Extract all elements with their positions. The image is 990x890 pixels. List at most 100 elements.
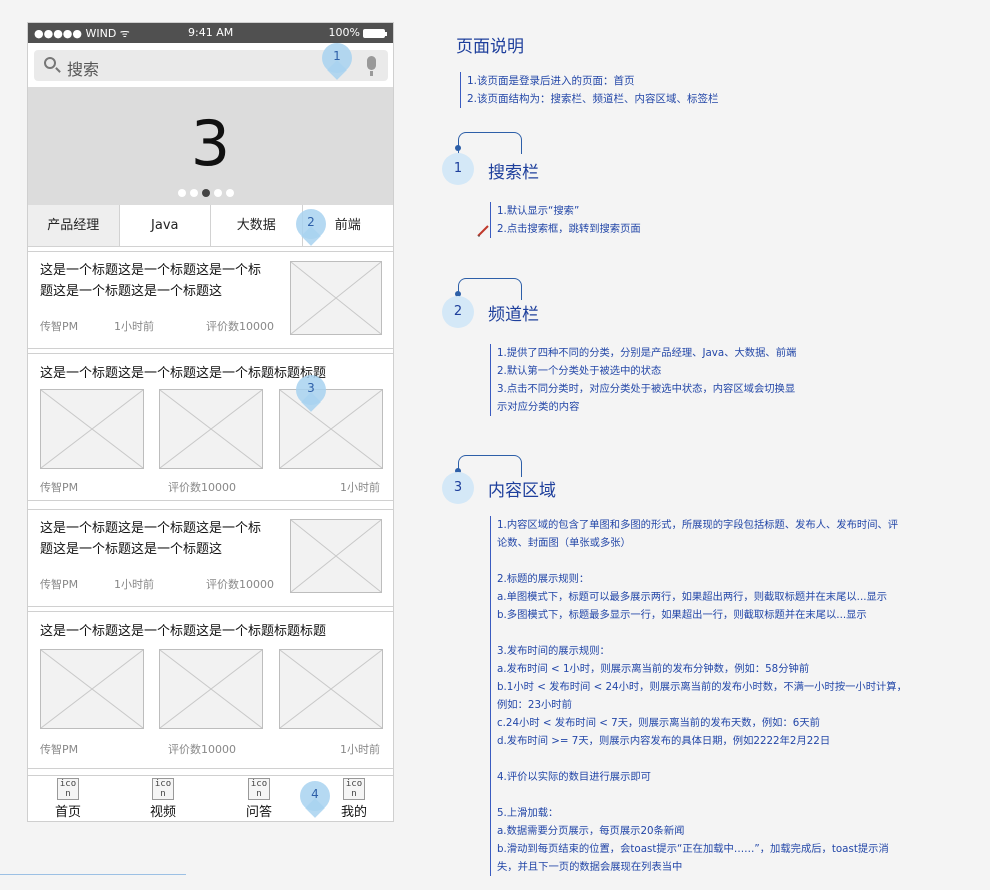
section-heading: 频道栏	[488, 305, 539, 325]
phone-mockup: ●●●●● WIND ᯤ 9:41 AM 100% 搜索 3 产品经理 Java…	[27, 22, 394, 822]
news-card-multi[interactable]: 这是一个标题这是一个标题这是一个标题标题标题 传智PM 评价数10000 1小时…	[28, 353, 393, 501]
card-title: 这是一个标题这是一个标题这是一个标 题这是一个标题这是一个标题这	[40, 260, 261, 302]
bottom-tab-bar: ico n 首页 ico n 视频 ico n 问答 ico n 我的	[28, 775, 393, 821]
card-title-line: 题这是一个标题这是一个标题这	[40, 284, 223, 299]
icon-placeholder-text: n	[160, 789, 166, 799]
cover-image-placeholder	[290, 261, 382, 335]
home-icon: ico n	[57, 778, 79, 800]
marker-number: 4	[311, 787, 319, 801]
marker-number: 2	[307, 215, 315, 229]
section-connector	[455, 132, 522, 154]
icon-placeholder-text: ico	[345, 779, 363, 789]
section-number: 3	[442, 472, 474, 504]
cover-image-placeholder	[159, 389, 263, 469]
tab-product-manager[interactable]: 产品经理	[28, 205, 120, 246]
icon-placeholder-text: n	[256, 789, 262, 799]
card-time: 1小时前	[114, 578, 154, 591]
battery-indicator: 100%	[328, 26, 387, 39]
nav-label: 视频	[149, 805, 176, 820]
news-card-single[interactable]: 这是一个标题这是一个标题这是一个标 题这是一个标题这是一个标题这 传智PM 1小…	[28, 509, 393, 607]
cover-image-placeholder	[40, 649, 144, 729]
card-comments: 评价数10000	[206, 578, 274, 591]
card-comments: 评价数10000	[168, 743, 236, 756]
icon-placeholder-text: n	[351, 789, 357, 799]
cover-image-placeholder	[290, 519, 382, 593]
carousel-dot[interactable]	[226, 189, 234, 197]
news-card-single[interactable]: 这是一个标题这是一个标题这是一个标 题这是一个标题这是一个标题这 传智PM 1小…	[28, 251, 393, 349]
section-body: 1.提供了四种不同的分类，分别是产品经理、Java、大数据、前端 2.默认第一个…	[490, 344, 796, 416]
qa-icon: ico n	[248, 778, 270, 800]
card-title: 这是一个标题这是一个标题这是一个标题标题标题	[40, 366, 327, 381]
card-title: 这是一个标题这是一个标题这是一个标题标题标题	[40, 624, 327, 639]
card-time: 1小时前	[340, 481, 380, 494]
section-number: 2	[442, 296, 474, 328]
cover-image-placeholder	[159, 649, 263, 729]
card-time: 1小时前	[114, 320, 154, 333]
channel-tabs: 产品经理 Java 大数据 前端	[28, 205, 393, 247]
nav-item-home[interactable]: ico n 首页	[48, 778, 88, 820]
carrier-signal: ●●●●● WIND ᯤ	[34, 27, 130, 40]
page-title: 页面说明	[456, 37, 524, 57]
cover-image-placeholder	[40, 389, 144, 469]
carousel-dot-active[interactable]	[202, 189, 210, 197]
search-placeholder: 搜索	[67, 60, 100, 79]
section-connector	[455, 455, 522, 477]
tab-big-data[interactable]: 大数据	[211, 205, 303, 246]
intro-text: 1.该页面是登录后进入的页面：首页 2.该页面结构为：搜索栏、频道栏、内容区域、…	[460, 72, 719, 108]
card-title-line: 题这是一个标题这是一个标题这	[40, 542, 223, 557]
battery-icon	[363, 28, 387, 38]
annotation-marker: 4	[300, 781, 330, 818]
section-heading: 内容区域	[488, 481, 556, 501]
cover-image-placeholder	[279, 649, 383, 729]
card-time: 1小时前	[340, 743, 380, 756]
icon-placeholder-text: ico	[154, 779, 172, 789]
annotation-marker: 2	[296, 209, 326, 246]
news-card-multi[interactable]: 这是一个标题这是一个标题这是一个标题标题标题 传智PM 评价数10000 1小时…	[28, 611, 393, 769]
nav-item-me[interactable]: ico n 我的	[334, 778, 374, 820]
icon-placeholder-text: n	[65, 789, 71, 799]
video-icon: ico n	[152, 778, 174, 800]
card-title-line: 这是一个标题这是一个标题这是一个标	[40, 263, 262, 278]
annotation-marker: 1	[322, 43, 352, 80]
nav-label: 首页	[54, 805, 81, 820]
section-body: 1.默认显示“搜索” 2.点击搜索框，跳转到搜索页面	[490, 202, 641, 238]
nav-label: 我的	[340, 805, 367, 820]
pencil-icon	[477, 225, 489, 237]
nav-item-qa[interactable]: ico n 问答	[239, 778, 279, 820]
status-time: 9:41 AM	[188, 26, 234, 39]
marker-number: 1	[333, 49, 341, 63]
card-author: 传智PM	[40, 743, 79, 756]
battery-percent: 100%	[328, 26, 360, 39]
search-icon	[44, 57, 56, 69]
carousel-dot[interactable]	[214, 189, 222, 197]
tab-java[interactable]: Java	[120, 205, 211, 246]
nav-item-video[interactable]: ico n 视频	[143, 778, 183, 820]
icon-placeholder-text: ico	[250, 779, 268, 789]
card-author: 传智PM	[40, 481, 79, 494]
banner-carousel[interactable]: 3	[28, 87, 393, 205]
microphone-icon[interactable]	[367, 56, 376, 76]
cover-image-placeholder	[279, 389, 383, 469]
icon-placeholder-text: ico	[59, 779, 77, 789]
nav-label: 问答	[245, 805, 272, 820]
card-author: 传智PM	[40, 578, 79, 591]
section-heading: 搜索栏	[488, 163, 539, 183]
card-title-line: 这是一个标题这是一个标题这是一个标	[40, 521, 262, 536]
banner-number: 3	[190, 107, 231, 180]
page-description-panel: 页面说明 1.该页面是登录后进入的页面：首页 2.该页面结构为：搜索栏、频道栏、…	[440, 0, 990, 890]
card-author: 传智PM	[40, 320, 79, 333]
annotation-marker: 3	[296, 375, 326, 412]
section-connector	[455, 278, 522, 300]
card-comments: 评价数10000	[206, 320, 274, 333]
carousel-dots	[178, 189, 234, 197]
divider-line	[0, 874, 186, 875]
status-bar: ●●●●● WIND ᯤ 9:41 AM 100%	[28, 23, 393, 43]
section-number: 1	[442, 153, 474, 185]
marker-number: 3	[307, 381, 315, 395]
carousel-dot[interactable]	[190, 189, 198, 197]
profile-icon: ico n	[343, 778, 365, 800]
section-body: 1.内容区域的包含了单图和多图的形式，所展现的字段包括标题、发布人、发布时间、评…	[490, 516, 907, 876]
card-title: 这是一个标题这是一个标题这是一个标 题这是一个标题这是一个标题这	[40, 518, 261, 560]
card-comments: 评价数10000	[168, 481, 236, 494]
carousel-dot[interactable]	[178, 189, 186, 197]
